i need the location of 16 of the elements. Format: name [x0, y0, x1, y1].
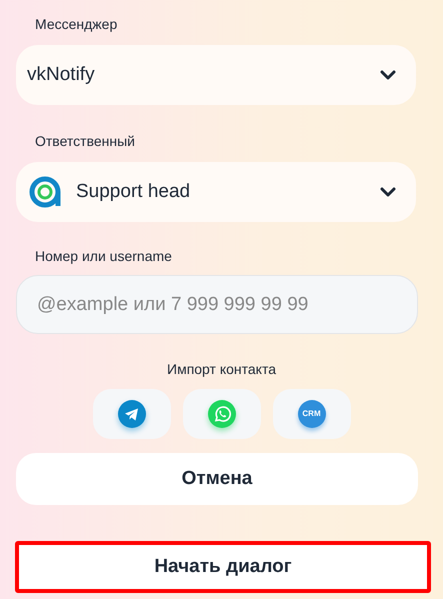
contact-input-field[interactable]: @example или 7 999 999 99 99 — [16, 275, 418, 334]
cancel-button[interactable]: Отмена — [16, 453, 418, 505]
crm-logo: CRM — [298, 400, 326, 428]
chevron-down-icon — [380, 187, 396, 197]
responsible-select[interactable]: Support head — [16, 162, 416, 222]
field-label: Ответственный — [34, 132, 136, 151]
start-dialog-button[interactable]: Начать диалог — [19, 545, 427, 589]
messenger-select[interactable]: vkNotify — [16, 45, 416, 105]
field-label: Мессенджер — [34, 15, 118, 34]
phone-bubble-icon — [208, 400, 236, 428]
avatar-logo-icon — [29, 176, 61, 208]
field-label: Номер или username — [34, 247, 173, 266]
import-label: Импорт контакта — [167, 360, 276, 379]
chevron-down-icon — [380, 70, 396, 80]
paper-plane-icon — [118, 400, 146, 428]
import-button[interactable] — [92, 389, 170, 439]
